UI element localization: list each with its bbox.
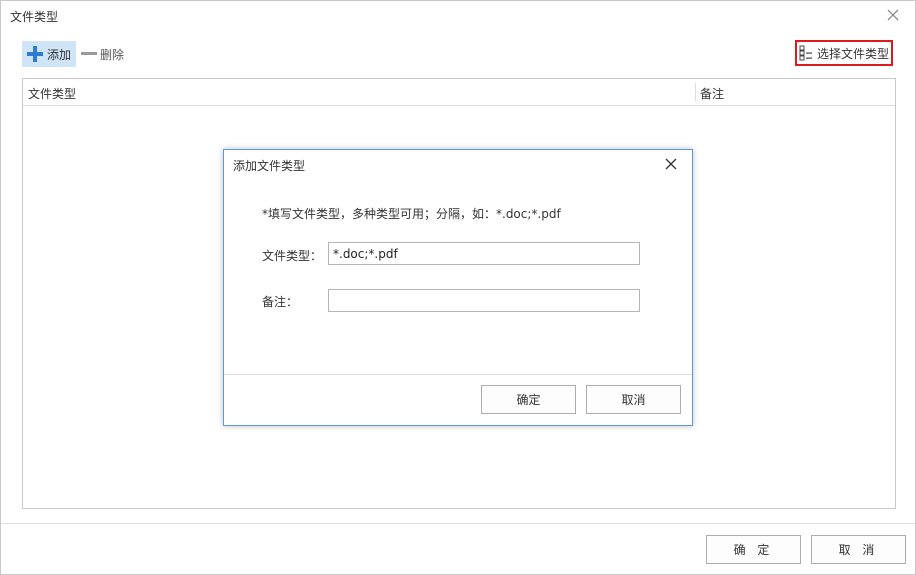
- file-type-label: 文件类型：: [262, 249, 323, 263]
- dialog-cancel-button[interactable]: 取消: [586, 385, 681, 414]
- ok-button[interactable]: 确 定: [706, 535, 801, 564]
- column-header-note[interactable]: 备注: [700, 85, 724, 102]
- list-check-icon: [799, 45, 812, 61]
- hint-text: *填写文件类型，多种类型可用；分隔，如：*.doc;*.pdf: [262, 207, 561, 221]
- dialog-footer-divider: [224, 374, 692, 375]
- dialog-title: 添加文件类型: [233, 159, 306, 173]
- table-header: 文件类型 备注: [23, 79, 895, 106]
- column-divider[interactable]: [695, 83, 696, 101]
- note-input[interactable]: [328, 289, 640, 312]
- file-type-input[interactable]: [328, 242, 640, 265]
- dialog-ok-button[interactable]: 确定: [481, 385, 576, 414]
- dialog-close-icon[interactable]: [664, 157, 678, 171]
- select-file-type-button[interactable]: 选择文件类型: [795, 40, 893, 66]
- footer-divider: [1, 523, 915, 524]
- cancel-button[interactable]: 取 消: [811, 535, 906, 564]
- select-file-type-label: 选择文件类型: [816, 46, 889, 61]
- add-button-label: 添加: [47, 47, 72, 62]
- add-file-type-dialog: 添加文件类型 *填写文件类型，多种类型可用；分隔，如：*.doc;*.pdf 文…: [223, 149, 693, 426]
- plus-icon: [27, 46, 43, 62]
- note-label: 备注：: [262, 295, 299, 309]
- delete-button[interactable]: 删除: [81, 41, 131, 67]
- minus-icon: [81, 52, 97, 55]
- window-title: 文件类型: [10, 10, 59, 24]
- delete-button-label: 删除: [100, 47, 125, 62]
- add-button[interactable]: 添加: [22, 41, 76, 67]
- close-icon[interactable]: [885, 7, 901, 23]
- column-header-file-type[interactable]: 文件类型: [28, 85, 76, 102]
